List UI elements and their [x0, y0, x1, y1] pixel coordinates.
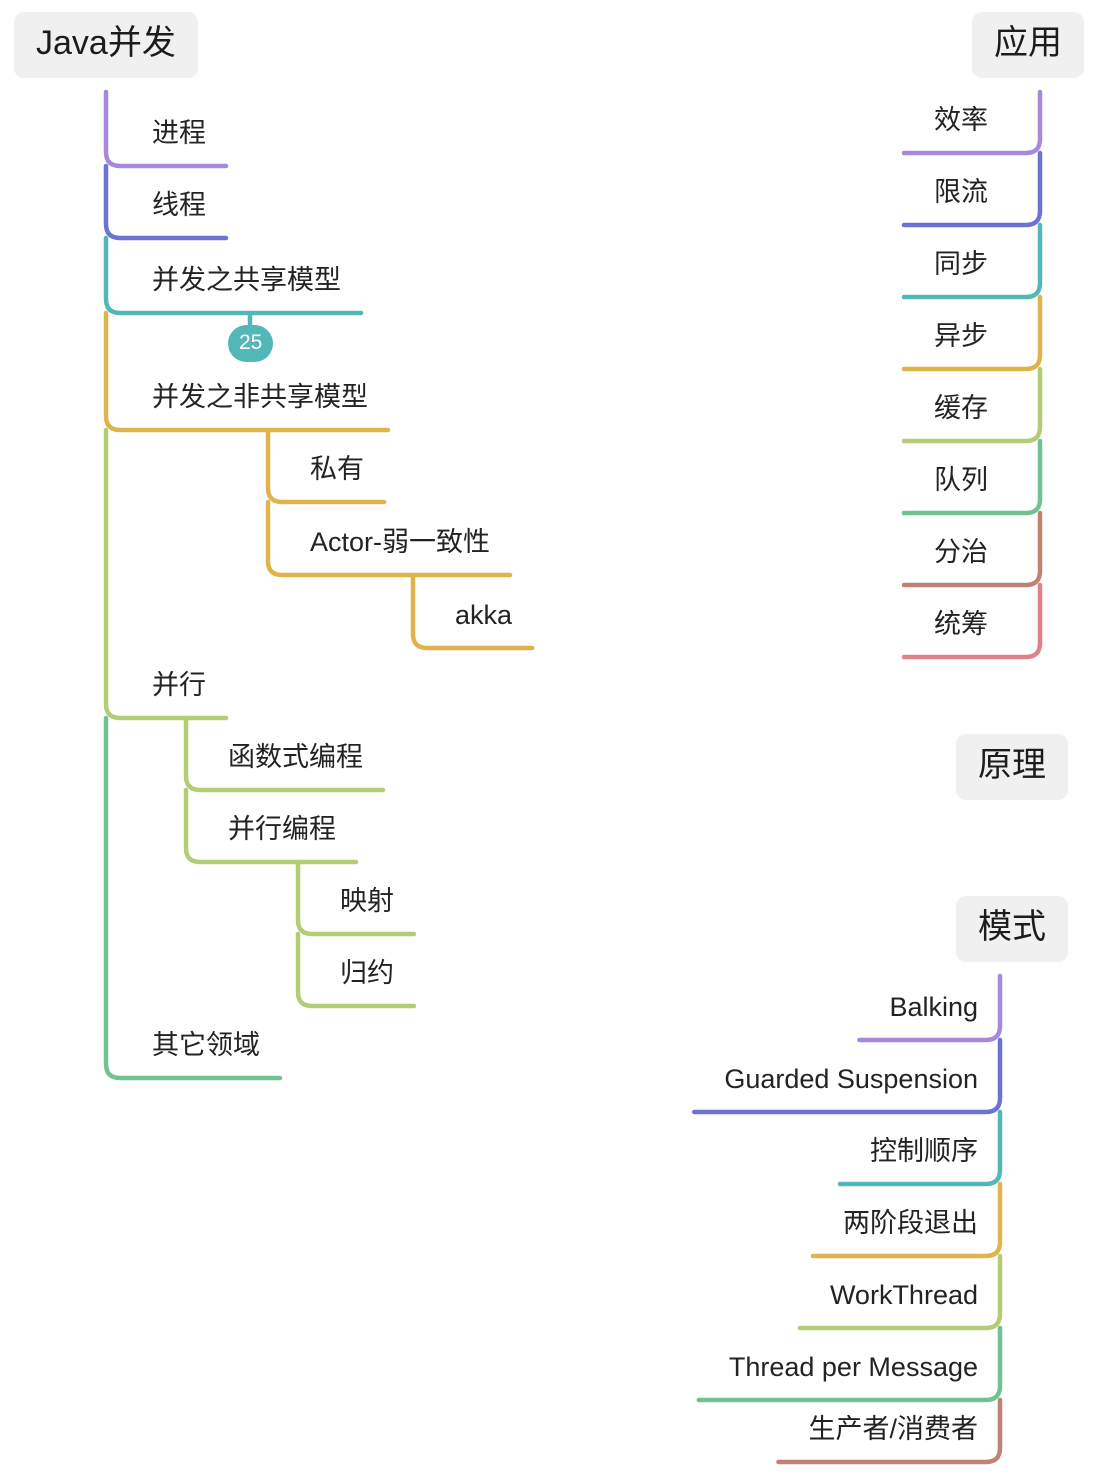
root-node-java-concurrency[interactable]: Java并发	[14, 12, 198, 78]
node-application-item-7[interactable]: 分治	[934, 539, 988, 566]
node-patterns-item-3[interactable]: 控制顺序	[870, 1138, 978, 1165]
node-application-item-8[interactable]: 统筹	[934, 611, 988, 638]
node-nonshared-child-2[interactable]: Actor-弱一致性	[310, 529, 490, 556]
node-parallel-child-2[interactable]: 并行编程	[228, 816, 336, 843]
root-node-application[interactable]: 应用	[972, 12, 1084, 78]
node-application-item-6[interactable]: 队列	[934, 467, 988, 494]
node-java-concurrency-5[interactable]: 并行	[152, 672, 206, 699]
node-nonshared-child-1[interactable]: 私有	[310, 456, 364, 483]
node-application-item-5[interactable]: 缓存	[934, 395, 988, 422]
node-application-item-2[interactable]: 限流	[934, 179, 988, 206]
node-actor-child-1[interactable]: akka	[455, 602, 512, 629]
mindmap-canvas: Java并发进程线程并发之共享模型 并发之非共享模型 并行其它领域 25 私有 Actor…	[0, 0, 1102, 1480]
node-java-concurrency-2[interactable]: 线程	[152, 192, 206, 219]
node-patterns-item-1[interactable]: Balking	[889, 994, 978, 1021]
node-java-concurrency-3[interactable]: 并发之共享模型	[152, 267, 341, 294]
node-patterns-item-5[interactable]: WorkThread	[830, 1282, 978, 1309]
connector-lines	[103, 89, 1043, 1465]
collapsed-count-badge-25[interactable]: 25	[228, 325, 274, 362]
node-patterns-item-4[interactable]: 两阶段退出	[843, 1210, 978, 1237]
node-java-concurrency-6[interactable]: 其它领域	[152, 1032, 260, 1059]
node-patterns-item-2[interactable]: Guarded Suspension	[724, 1066, 978, 1093]
root-node-patterns[interactable]: 模式	[956, 896, 1068, 962]
node-parallel-prog-child-1[interactable]: 映射	[340, 888, 394, 915]
node-java-concurrency-1[interactable]: 进程	[152, 120, 206, 147]
node-application-item-1[interactable]: 效率	[934, 107, 988, 134]
node-patterns-item-7[interactable]: 生产者/消费者	[808, 1416, 978, 1443]
root-node-principles[interactable]: 原理	[956, 734, 1068, 800]
node-application-item-4[interactable]: 异步	[934, 323, 988, 350]
node-parallel-prog-child-2[interactable]: 归约	[340, 960, 394, 987]
node-patterns-item-6[interactable]: Thread per Message	[729, 1354, 978, 1381]
node-application-item-3[interactable]: 同步	[934, 251, 988, 278]
node-parallel-child-1[interactable]: 函数式编程	[228, 744, 363, 771]
node-java-concurrency-4[interactable]: 并发之非共享模型	[152, 384, 368, 411]
